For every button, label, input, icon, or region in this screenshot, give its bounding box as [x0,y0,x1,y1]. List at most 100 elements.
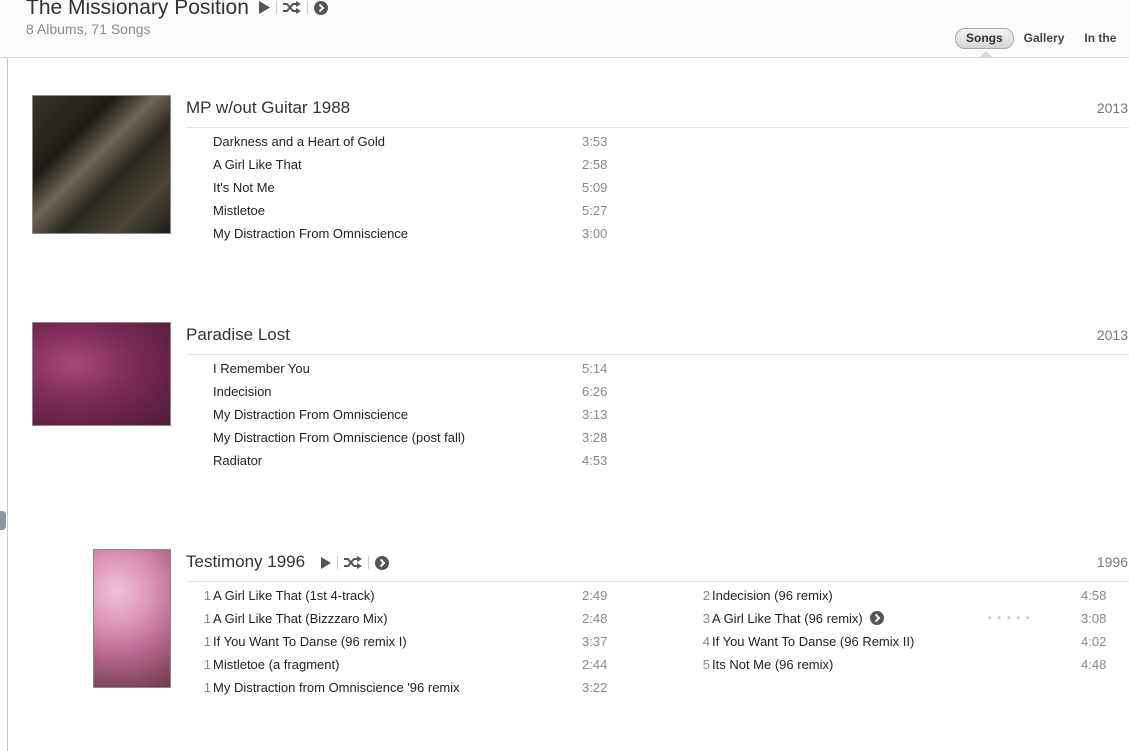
track-row[interactable]: A Girl Like That 2:58 [186,157,616,180]
arrow-circle-icon[interactable] [314,0,328,15]
track-number: 1 [203,680,211,695]
track-row[interactable]: Indecision 6:26 [186,384,616,407]
track-number: 1 [203,634,211,649]
play-icon[interactable] [320,556,331,569]
track-row[interactable]: Radiator 4:53 [186,453,616,476]
arrow-circle-icon[interactable] [374,555,389,570]
track-name: My Distraction From Omniscience [213,226,409,241]
track-number: 1 [203,588,211,603]
sidebar-resize-handle[interactable] [0,511,6,530]
album-title[interactable]: Paradise Lost [186,325,290,345]
track-number: 1 [203,657,211,672]
view-tabs: Songs Gallery In the [955,28,1126,49]
track-duration: 3:22 [582,680,608,695]
track-duration: 3:37 [582,634,608,649]
tab-songs[interactable]: Songs [955,28,1014,49]
track-duration: 2:58 [582,157,608,172]
track-row[interactable]: Darkness and a Heart of Gold 3:53 [186,134,616,157]
artist-subtitle: 8 Albums, 71 Songs [26,21,151,37]
track-name: My Distraction From Omniscience [213,407,409,422]
album-title[interactable]: MP w/out Guitar 1988 [186,98,350,118]
track-number: 3 [702,611,710,626]
track-name: Darkness and a Heart of Gold [213,134,385,149]
play-icon[interactable] [258,1,270,14]
track-row[interactable]: 1 Mistletoe (a fragment) 2:44 [186,657,616,680]
track-duration: 5:14 [582,361,608,376]
track-name: If You Want To Danse (96 remix I) [213,634,407,649]
track-row[interactable]: 2 Indecision (96 remix) 4:58 [685,588,1115,611]
track-name: My Distraction From Omniscience (post fa… [213,430,466,445]
track-list: I Remember You 5:14 Indecision 6:26 My Dis… [186,361,616,476]
active-tab-caret [980,51,992,57]
track-row[interactable]: My Distraction From Omniscience 3:13 [186,407,616,430]
track-duration: 4:58 [1081,588,1107,603]
track-duration: 5:09 [582,180,608,195]
divider [307,1,308,14]
track-number: 2 [702,588,710,603]
track-number: 5 [702,657,710,672]
track-row[interactable]: Mistletoe 5:27 [186,203,616,226]
track-duration: 2:44 [582,657,608,672]
track-name: Mistletoe (a fragment) [213,657,340,672]
divider [367,556,369,570]
album-divider [186,127,1129,128]
track-name: A Girl Like That [213,157,302,172]
album-controls [320,555,389,570]
album-title: Testimony 1996 [186,552,389,572]
track-name: A Girl Like That (Bizzzaro Mix) [213,611,388,626]
track-name: Its Not Me (96 remix) [712,657,834,672]
track-name: If You Want To Danse (96 Remix II) [712,634,915,649]
shuffle-icon[interactable] [343,556,362,570]
track-list-left: 1A Girl Like That (1st 4-track) 2:49 1A G… [186,588,616,703]
track-duration: 3:08 [1081,611,1107,626]
track-duration: 2:49 [582,588,608,603]
tab-gallery[interactable]: Gallery [1014,29,1075,48]
track-duration: 3:28 [582,430,608,445]
track-row[interactable]: 4 If You Want To Danse (96 Remix II) 4:02 [685,634,1115,657]
track-duration: 3:53 [582,134,608,149]
track-row[interactable]: 3A Girl Like That (96 remix) ••••• 3:08 [685,611,1115,634]
album-art[interactable] [32,95,171,234]
track-name: Indecision (96 remix) [712,588,833,603]
track-row[interactable]: My Distraction From Omniscience (post fa… [186,430,616,453]
album-divider [186,581,1129,582]
track-row[interactable]: It's Not Me 5:09 [186,180,616,203]
track-duration: 4:02 [1081,634,1107,649]
artist-controls [258,0,328,15]
track-name: Indecision [213,384,272,399]
arrow-circle-icon[interactable] [869,611,884,628]
track-duration: 6:26 [582,384,608,399]
divider [276,1,277,14]
divider [336,556,338,570]
track-row[interactable]: I Remember You 5:14 [186,361,616,384]
tab-in-the[interactable]: In the [1074,29,1126,48]
shuffle-icon[interactable] [283,1,301,14]
track-name: It's Not Me [213,180,275,195]
left-divider [7,0,8,751]
track-row[interactable]: 1 My Distraction from Omniscience '96 rem… [186,680,616,703]
track-name: A Girl Like That (96 remix) [712,611,863,626]
artist-title: The Missionary Position [26,0,249,19]
track-duration: 5:27 [582,203,608,218]
album-art[interactable] [93,549,171,688]
track-name: A Girl Like That (1st 4-track) [213,588,375,603]
track-duration: 4:53 [582,453,608,468]
track-row[interactable]: 5 Its Not Me (96 remix) 4:48 [685,657,1115,680]
track-name: Radiator [213,453,263,468]
track-name: My Distraction from Omniscience '96 remi… [213,680,460,695]
album-year: 2013 [1096,327,1128,343]
track-name-wrap: A Girl Like That (96 remix) [712,611,884,628]
album-art[interactable] [32,322,171,426]
rating-dots[interactable]: ••••• [988,613,1036,624]
album-title-text[interactable]: Testimony 1996 [186,552,305,571]
track-number: 1 [203,611,211,626]
track-row[interactable]: 1A Girl Like That (1st 4-track) 2:49 [186,588,616,611]
track-duration: 2:48 [582,611,608,626]
track-duration: 3:13 [582,407,608,422]
track-row[interactable]: My Distraction From Omniscience 3:00 [186,226,616,249]
track-number: 4 [702,634,710,649]
album-year: 2013 [1096,100,1128,116]
track-row[interactable]: 1A Girl Like That (Bizzzaro Mix) 2:48 [186,611,616,634]
track-list-right: 2 Indecision (96 remix) 4:58 3A Girl Like … [685,588,1115,680]
track-row[interactable]: 1 If You Want To Danse (96 remix I) 3:37 [186,634,616,657]
